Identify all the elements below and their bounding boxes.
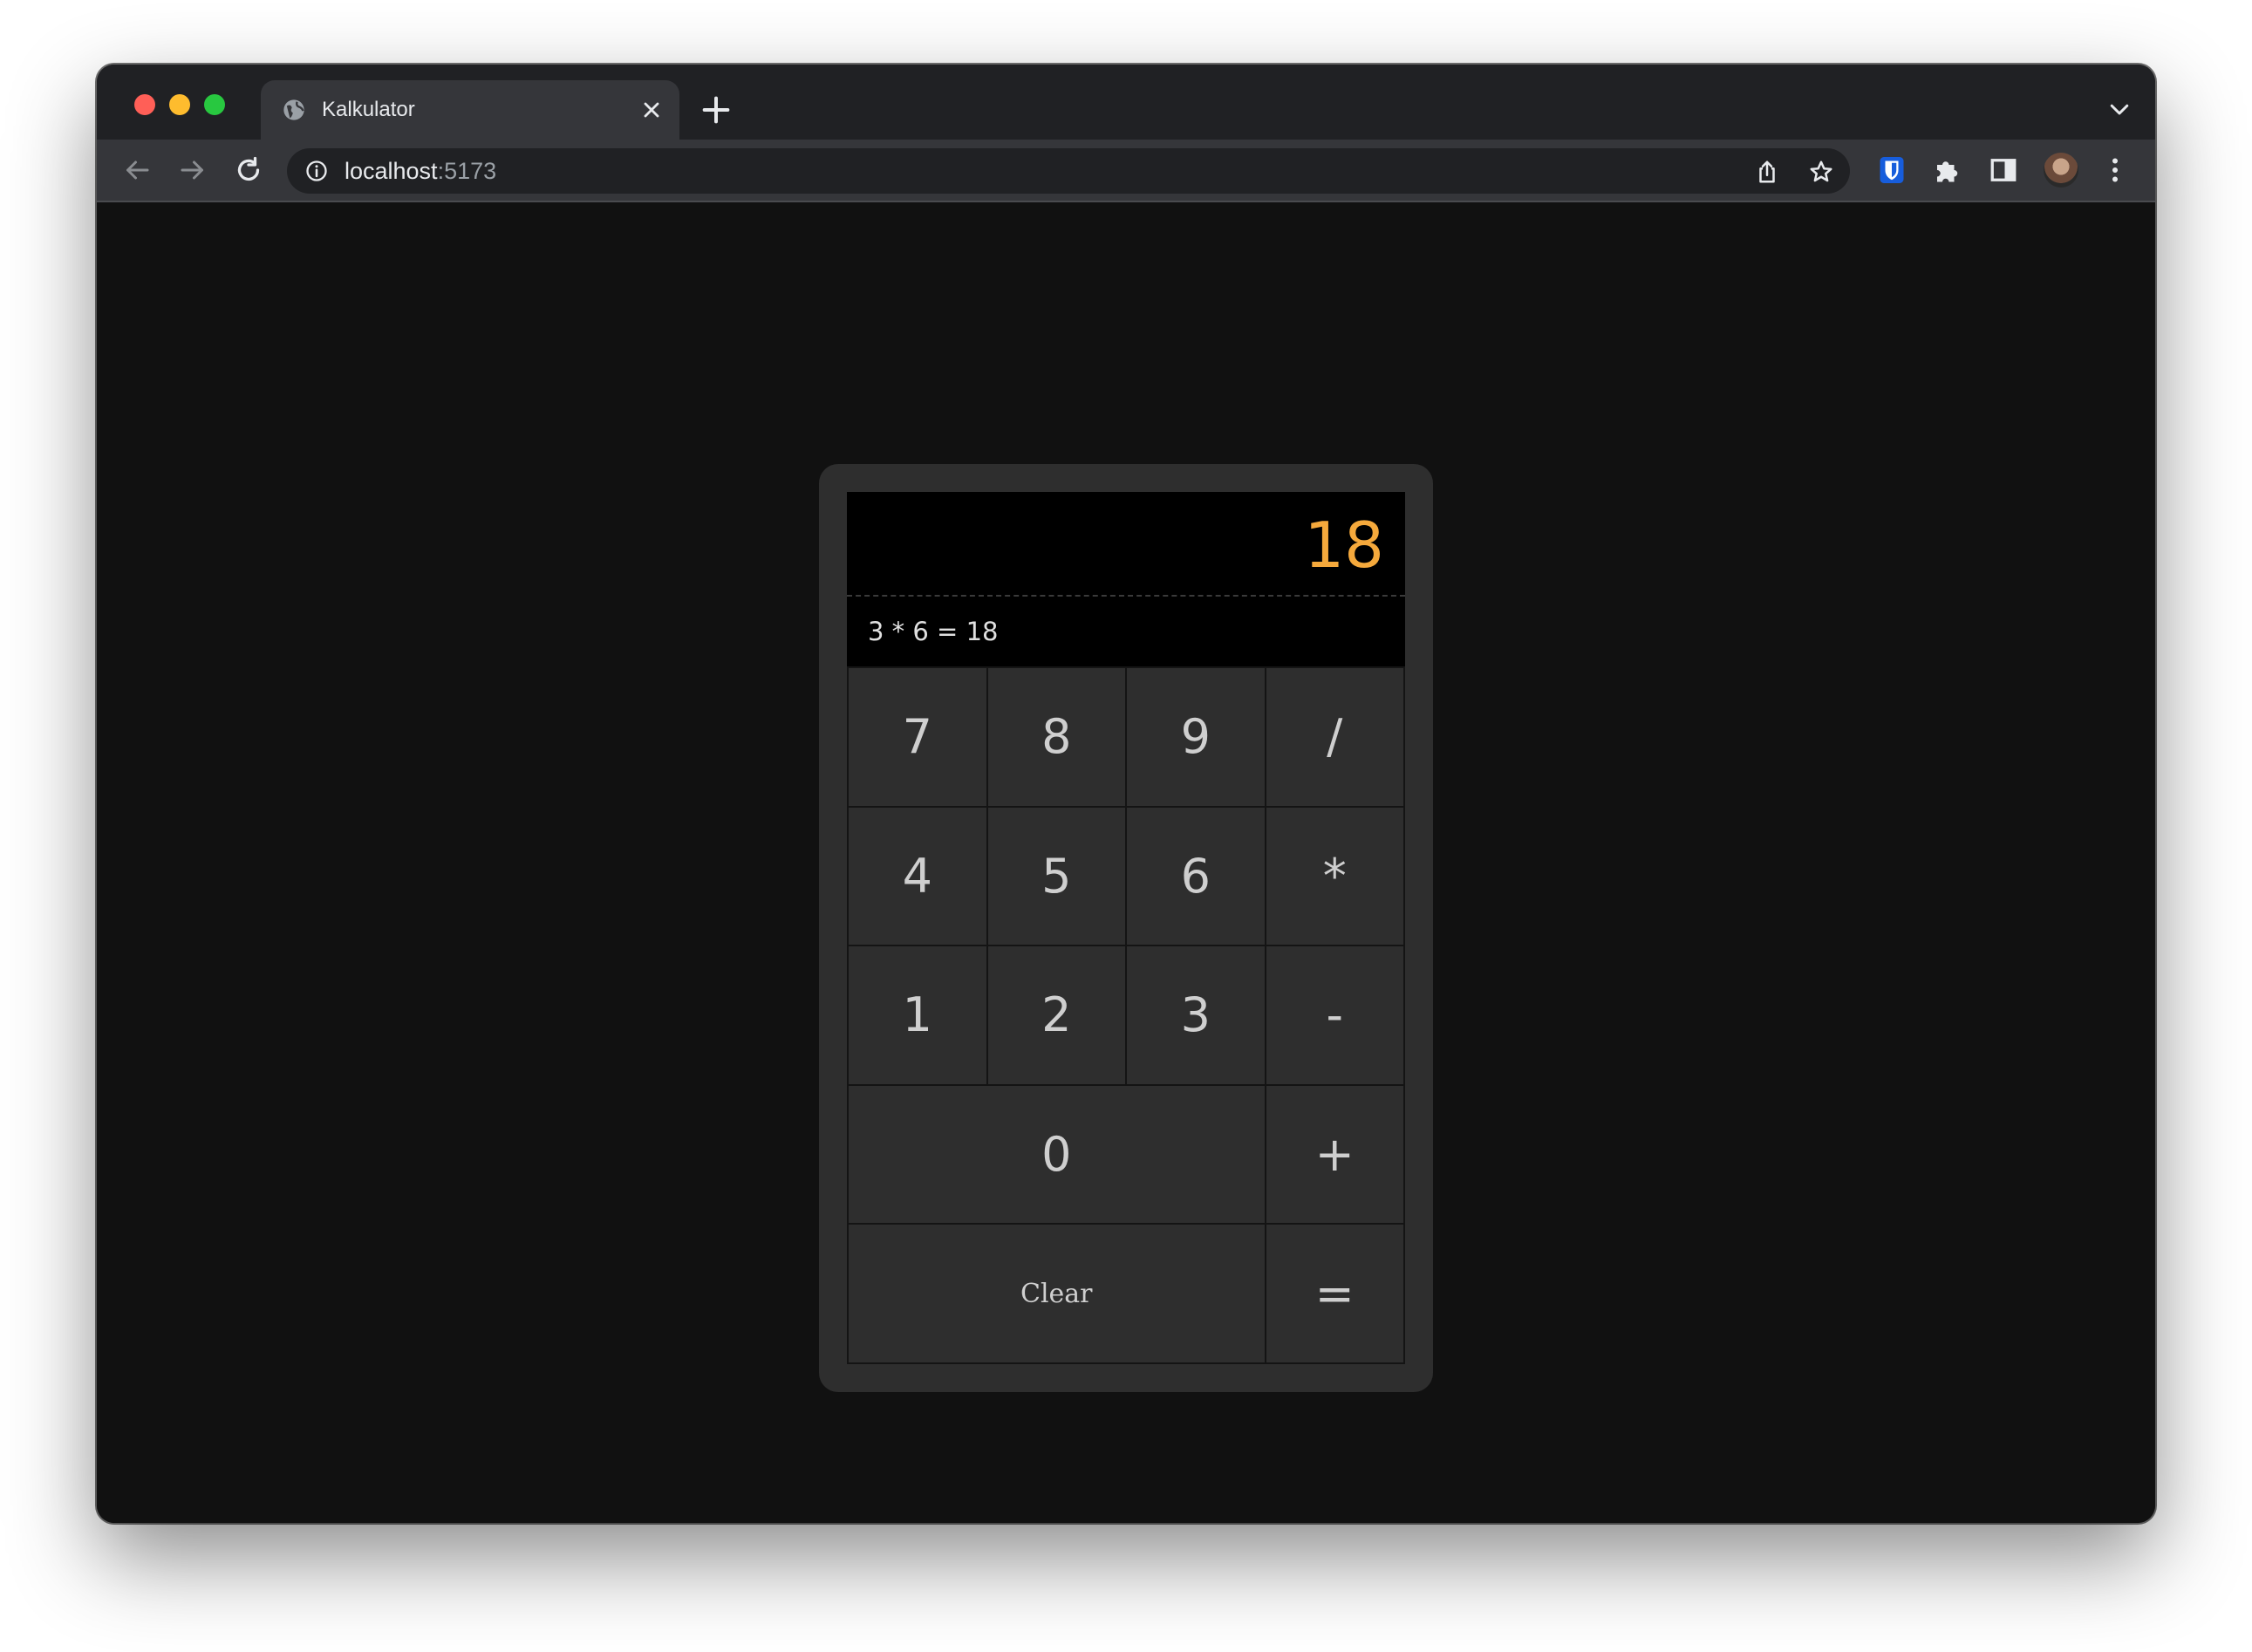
url-port: :5173 bbox=[437, 158, 497, 184]
tab-title: Kalkulator bbox=[322, 98, 415, 121]
key-1[interactable]: 1 bbox=[849, 946, 986, 1084]
keypad: 7 8 9 / 4 5 6 * 1 2 3 - 0 + Clear = bbox=[847, 666, 1405, 1364]
info-icon[interactable] bbox=[304, 159, 329, 183]
chevron-down-icon[interactable] bbox=[2106, 96, 2133, 122]
key-7[interactable]: 7 bbox=[849, 668, 986, 806]
calculator: 18 3 * 6 = 18 7 8 9 / 4 5 6 * 1 2 3 - 0 … bbox=[819, 464, 1433, 1392]
close-window-button[interactable] bbox=[134, 94, 155, 115]
url-host: localhost bbox=[345, 158, 438, 184]
key-2[interactable]: 2 bbox=[987, 946, 1125, 1084]
clear-button[interactable]: Clear bbox=[849, 1225, 1265, 1362]
tab-kalkulator[interactable]: Kalkulator bbox=[261, 80, 679, 140]
share-icon[interactable] bbox=[1754, 159, 1780, 185]
plus-button[interactable]: + bbox=[1266, 1085, 1403, 1224]
display-divider bbox=[847, 595, 1405, 597]
bitwarden-icon[interactable] bbox=[1876, 154, 1907, 186]
history-display: 3 * 6 = 18 bbox=[868, 617, 999, 646]
divide-button[interactable]: / bbox=[1266, 668, 1403, 806]
puzzle-icon[interactable] bbox=[1932, 154, 1963, 186]
browser-toolbar: localhost:5173 bbox=[97, 140, 2155, 202]
calculator-display: 18 3 * 6 = 18 bbox=[847, 492, 1405, 666]
key-8[interactable]: 8 bbox=[987, 668, 1125, 806]
star-icon[interactable] bbox=[1808, 159, 1834, 185]
forward-arrow-icon[interactable] bbox=[177, 154, 208, 186]
browser-window: Kalkulator localhost:5173 18 3 * 6 = 18 … bbox=[97, 65, 2155, 1523]
avatar[interactable] bbox=[2044, 153, 2078, 188]
url-text: localhost:5173 bbox=[345, 157, 496, 185]
sidepanel-icon[interactable] bbox=[1988, 154, 2019, 186]
close-icon[interactable] bbox=[639, 98, 664, 122]
page-viewport: 18 3 * 6 = 18 7 8 9 / 4 5 6 * 1 2 3 - 0 … bbox=[97, 202, 2155, 1523]
kebab-menu-icon[interactable] bbox=[2099, 154, 2131, 186]
address-bar[interactable]: localhost:5173 bbox=[287, 148, 1850, 194]
tab-strip: Kalkulator bbox=[97, 65, 2155, 140]
key-0[interactable]: 0 bbox=[849, 1085, 1265, 1224]
back-arrow-icon[interactable] bbox=[121, 154, 153, 186]
equals-button[interactable]: = bbox=[1266, 1225, 1403, 1362]
key-5[interactable]: 5 bbox=[987, 807, 1125, 945]
key-4[interactable]: 4 bbox=[849, 807, 986, 945]
plus-icon[interactable] bbox=[699, 92, 734, 127]
maximize-window-button[interactable] bbox=[204, 94, 225, 115]
reload-icon[interactable] bbox=[233, 154, 264, 186]
minus-button[interactable]: - bbox=[1266, 946, 1403, 1084]
key-3[interactable]: 3 bbox=[1127, 946, 1265, 1084]
minimize-window-button[interactable] bbox=[169, 94, 190, 115]
key-6[interactable]: 6 bbox=[1127, 807, 1265, 945]
globe-icon bbox=[283, 99, 304, 120]
multiply-button[interactable]: * bbox=[1266, 807, 1403, 945]
result-display: 18 bbox=[1304, 509, 1384, 582]
key-9[interactable]: 9 bbox=[1127, 668, 1265, 806]
